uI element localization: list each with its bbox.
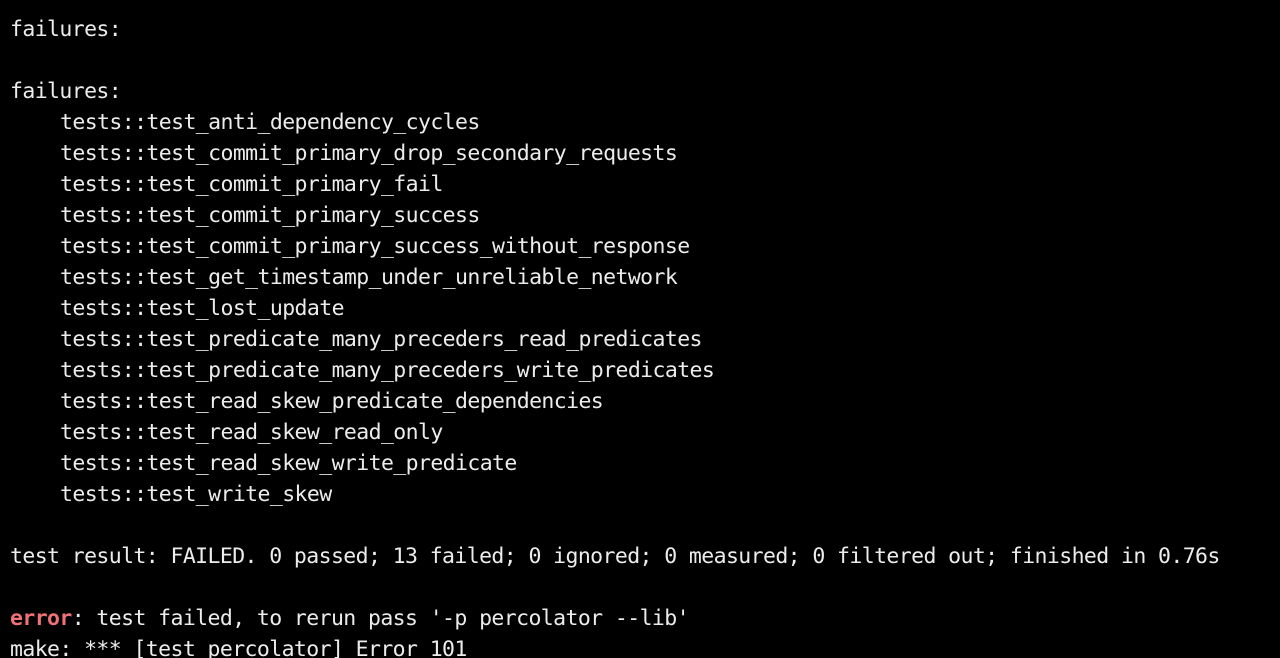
test-result-line: test result: FAILED. 0 passed; 13 failed…	[10, 544, 1220, 569]
error-line: error: test failed, to rerun pass '-p pe…	[10, 603, 1280, 634]
failure-item: tests::test_predicate_many_preceders_wri…	[60, 358, 715, 383]
failures-list: tests::test_anti_dependency_cycles tests…	[10, 107, 1280, 510]
error-message: : test failed, to rerun pass '-p percola…	[71, 606, 690, 631]
failure-item: tests::test_read_skew_predicate_dependen…	[60, 389, 604, 414]
failure-item: tests::test_read_skew_write_predicate	[60, 451, 517, 476]
failure-item: tests::test_commit_primary_success	[60, 203, 480, 228]
failure-item: tests::test_predicate_many_preceders_rea…	[60, 327, 703, 352]
failure-item: tests::test_write_skew	[60, 482, 332, 507]
make-error-line: make: *** [test_percolator] Error 101	[10, 637, 467, 658]
error-label: error	[10, 606, 72, 631]
terminal-window: failures: failures: tests::test_anti_dep…	[0, 0, 1280, 658]
failure-item: tests::test_anti_dependency_cycles	[60, 110, 480, 135]
failure-item: tests::test_lost_update	[60, 296, 345, 321]
failure-item: tests::test_commit_primary_drop_secondar…	[60, 141, 678, 166]
failures-header: failures:	[10, 17, 122, 42]
failure-item: tests::test_get_timestamp_under_unreliab…	[60, 265, 678, 290]
failure-item: tests::test_read_skew_read_only	[60, 420, 443, 445]
failure-item: tests::test_commit_primary_fail	[60, 172, 443, 197]
failures-list-header: failures:	[10, 79, 122, 104]
failure-item: tests::test_commit_primary_success_witho…	[60, 234, 690, 259]
